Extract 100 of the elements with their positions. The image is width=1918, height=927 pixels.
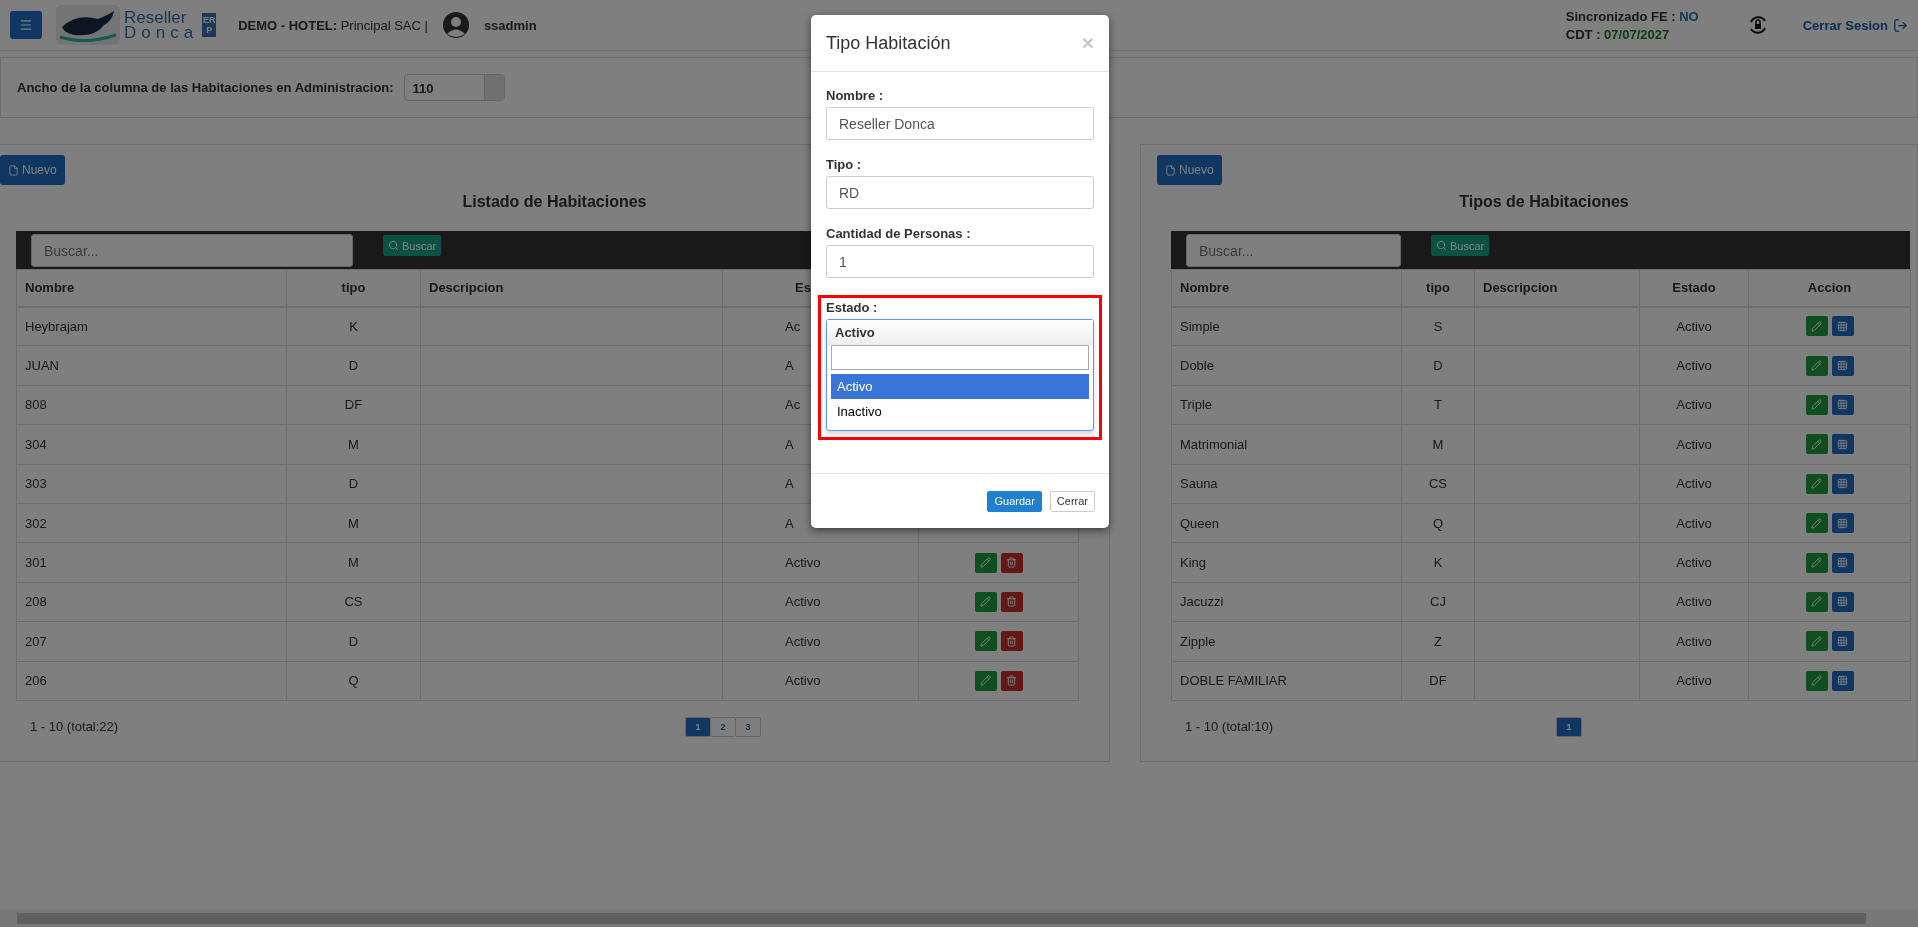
edit-button[interactable] [1805, 394, 1828, 415]
delete-button[interactable] [1000, 670, 1023, 691]
table-cell: S [1401, 306, 1475, 346]
pencil-icon [980, 596, 991, 608]
grid-icon [1837, 438, 1848, 450]
search-button[interactable]: Buscar [1431, 235, 1490, 256]
dropdown-option[interactable]: Activo [831, 374, 1089, 399]
column-header: Nombre [1171, 269, 1402, 307]
edit-button[interactable] [974, 670, 997, 691]
grid-button[interactable] [1831, 394, 1854, 415]
table-cell: Activo [1639, 582, 1749, 622]
pencil-icon [1811, 478, 1822, 490]
grid-button[interactable] [1831, 355, 1854, 376]
logout-link[interactable]: Cerrar Sesion [1802, 17, 1908, 33]
delete-button[interactable] [1000, 552, 1023, 573]
menu-button[interactable] [10, 11, 42, 39]
grid-button[interactable] [1831, 513, 1854, 534]
field-label: Tipo : [826, 157, 863, 172]
new-button[interactable]: Nuevo [0, 155, 65, 185]
grid-button[interactable] [1831, 316, 1854, 337]
table-cell: D [286, 464, 421, 504]
page-button[interactable]: 3 [735, 716, 761, 737]
table-cell: Sauna [1171, 464, 1402, 504]
select-dropdown[interactable]: Activo Activo Inactivo [826, 319, 1094, 431]
number-field[interactable]: 110 [403, 74, 505, 101]
column-header: Nombre [16, 269, 287, 307]
edit-button[interactable] [1805, 552, 1828, 573]
delete-button[interactable] [1000, 591, 1023, 612]
pencil-icon [1811, 517, 1822, 529]
edit-button[interactable] [1805, 513, 1828, 534]
logo-text: Donca [124, 25, 199, 40]
edit-button[interactable] [1805, 355, 1828, 376]
page-button[interactable]: 2 [710, 716, 736, 737]
search-field[interactable]: Buscar... [1186, 234, 1401, 267]
table-cell: M [286, 503, 421, 543]
table-cell: Queen [1171, 503, 1402, 543]
search-button[interactable]: Buscar [383, 235, 442, 256]
column-header: tipo [286, 269, 421, 307]
save-button[interactable]: Guardar [987, 490, 1042, 512]
grid-button[interactable] [1831, 631, 1854, 652]
edit-button[interactable] [974, 591, 997, 612]
edit-button[interactable] [1805, 434, 1828, 455]
input-field[interactable]: 1 [826, 245, 1094, 278]
column-header: Accion [1748, 269, 1911, 307]
table-cell: Activo [1639, 345, 1749, 386]
field-label: Nombre : [826, 88, 885, 103]
edit-button[interactable] [1805, 670, 1828, 691]
table-cell: M [1401, 424, 1475, 465]
grid-button[interactable] [1831, 670, 1854, 691]
table-cell: Doble [1171, 345, 1402, 386]
grid-button[interactable] [1831, 434, 1854, 455]
horizontal-scrollbar[interactable] [0, 910, 1918, 927]
select-value: Activo [827, 320, 1093, 345]
table-cell: CS [286, 582, 421, 622]
grid-icon [1837, 596, 1848, 608]
table-cell: 303 [16, 464, 287, 504]
edit-button[interactable] [974, 631, 997, 652]
dropdown-search-field[interactable] [831, 345, 1089, 370]
table-cell: Activo [722, 582, 919, 622]
pencil-icon [1811, 438, 1822, 450]
table-cell: Z [1401, 621, 1475, 661]
table-cell: Simple [1171, 306, 1402, 346]
table-cell: 301 [16, 542, 287, 583]
trash-icon [1006, 675, 1017, 687]
edit-button[interactable] [1805, 316, 1828, 337]
page-button[interactable]: 1 [685, 716, 711, 737]
trash-icon [1006, 635, 1017, 647]
user-avatar-icon [441, 11, 470, 39]
table-cell: T [1401, 385, 1475, 425]
column-header: Estado [1639, 269, 1749, 307]
input-field[interactable]: Reseller Donca [826, 107, 1094, 140]
trash-icon [1006, 596, 1017, 608]
sync-status: Sincronizado FE : NO [1565, 8, 1699, 24]
page-button[interactable]: 1 [1556, 716, 1582, 737]
delete-button[interactable] [1000, 631, 1023, 652]
table-cell: Activo [1639, 464, 1749, 504]
grid-icon [1837, 399, 1848, 411]
table-cell: M [286, 542, 421, 583]
file-icon [8, 164, 19, 176]
table-cell: Jacuzzi [1171, 582, 1402, 622]
pencil-icon [980, 675, 991, 687]
pencil-icon [1811, 320, 1822, 332]
search-field[interactable]: Buscar... [31, 234, 353, 267]
grid-button[interactable] [1831, 473, 1854, 494]
cancel-button[interactable]: Cerrar [1049, 490, 1095, 512]
input-field[interactable]: RD [826, 176, 1094, 209]
edit-button[interactable] [1805, 591, 1828, 612]
company-name: DEMO - HOTEL: Principal SAC | [238, 17, 428, 33]
grid-button[interactable] [1831, 552, 1854, 573]
table-cell: DF [1401, 661, 1475, 701]
new-button[interactable]: Nuevo [1157, 155, 1222, 185]
table-cell: Activo [1639, 424, 1749, 465]
logo-badge: ERP [202, 13, 217, 37]
edit-button[interactable] [1805, 631, 1828, 652]
grid-button[interactable] [1831, 591, 1854, 612]
table-cell: 206 [16, 661, 287, 701]
table-cell: Activo [1639, 542, 1749, 583]
table-cell: Activo [1639, 661, 1749, 701]
edit-button[interactable] [974, 552, 997, 573]
edit-button[interactable] [1805, 473, 1828, 494]
